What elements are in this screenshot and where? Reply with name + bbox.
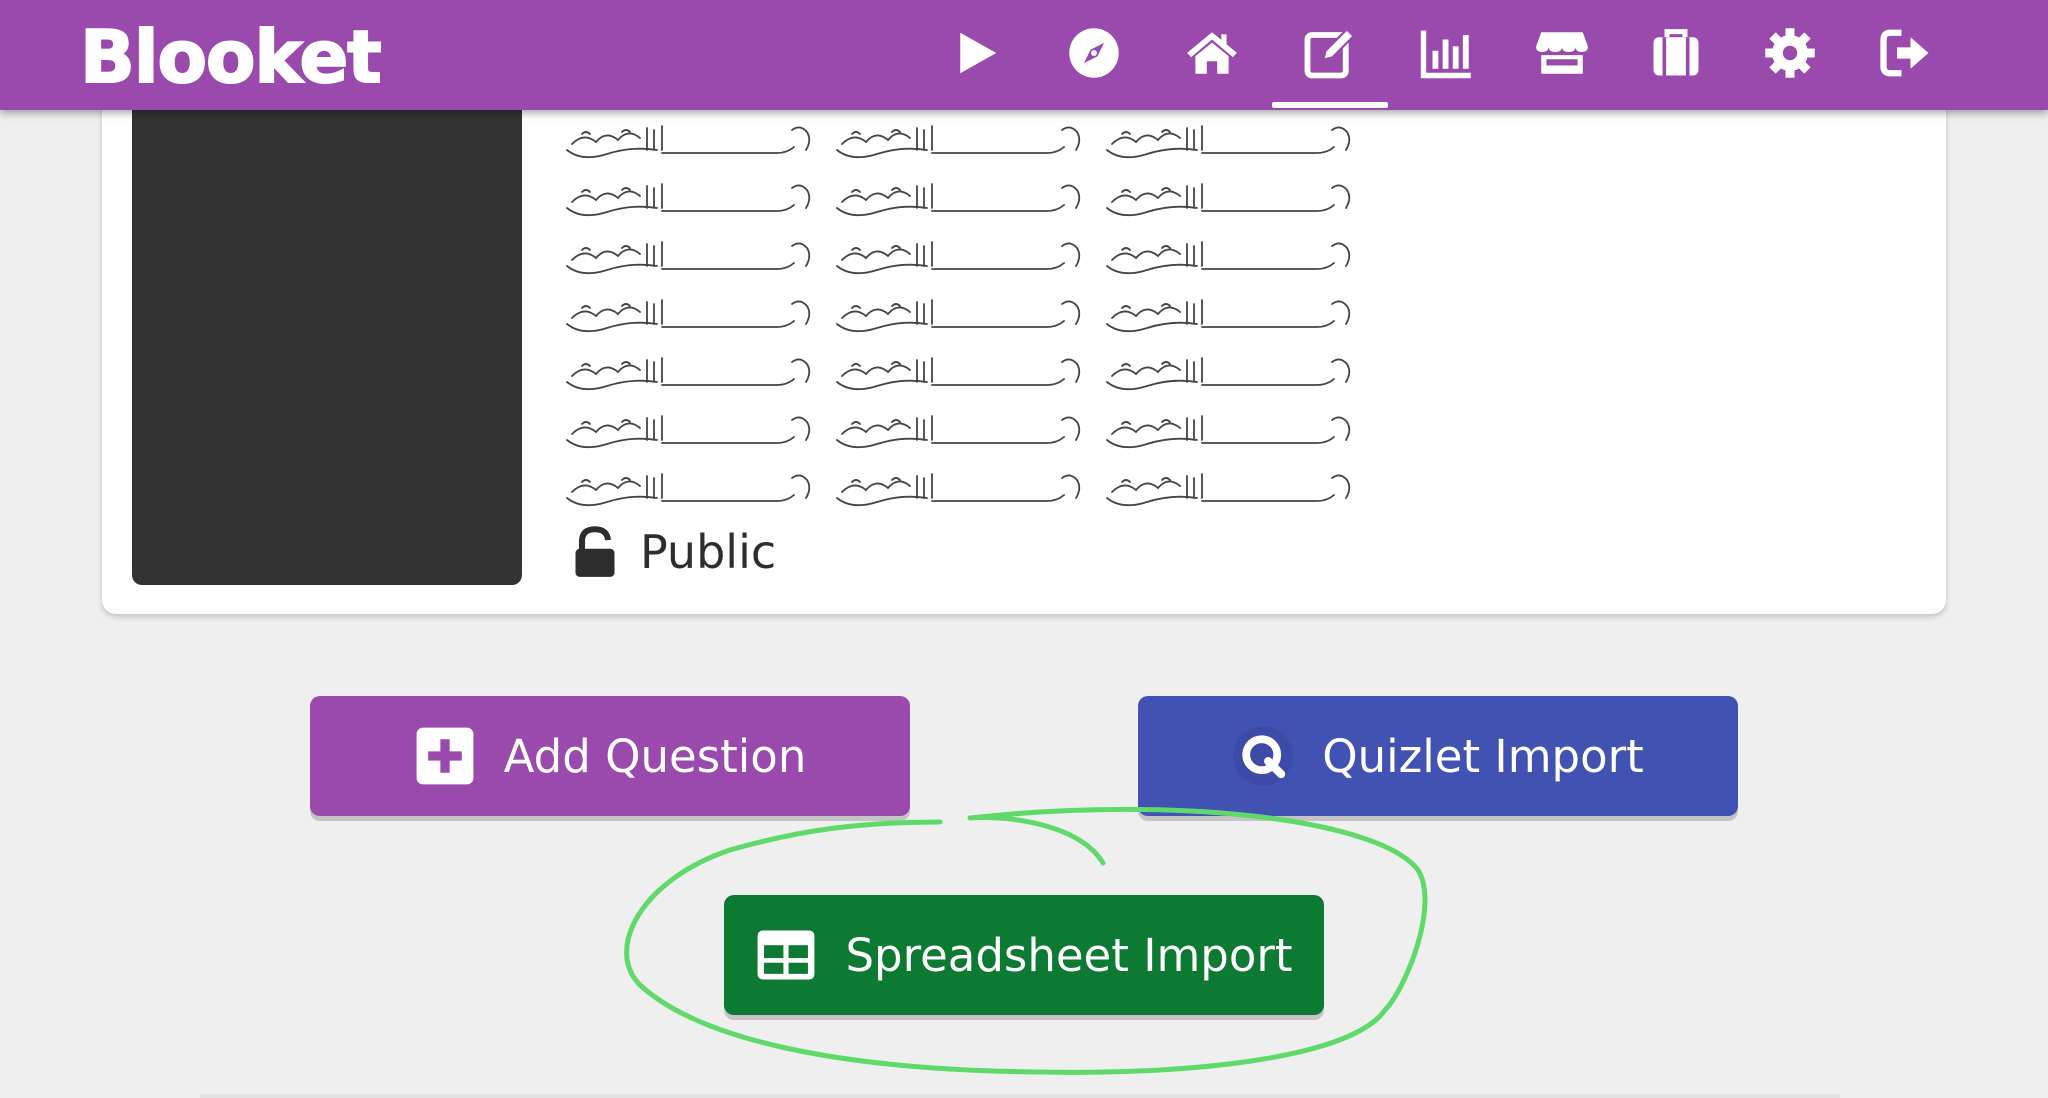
top-nav-bar: Blooket bbox=[0, 0, 2048, 110]
set-cover-image[interactable] bbox=[132, 100, 522, 585]
calligraphy-motif bbox=[566, 241, 811, 275]
plus-square-icon bbox=[416, 727, 474, 785]
calligraphy-motif bbox=[1106, 125, 1351, 159]
calligraphy-motif bbox=[1106, 357, 1351, 391]
calligraphy-motif bbox=[1106, 299, 1351, 333]
logout-icon bbox=[1880, 29, 1929, 77]
calligraphy-motif bbox=[836, 473, 1081, 507]
calligraphy-motif bbox=[1106, 473, 1351, 507]
discover-nav-button[interactable] bbox=[1056, 20, 1132, 86]
calligraphy-motif bbox=[566, 299, 811, 333]
calligraphy-motif bbox=[566, 125, 811, 159]
calligraphy-motif bbox=[566, 357, 811, 391]
calligraphy-motif bbox=[566, 415, 811, 449]
calligraphy-motif bbox=[1106, 241, 1351, 275]
home-nav-button[interactable] bbox=[1174, 20, 1250, 86]
calligraphy-motif bbox=[1106, 183, 1351, 217]
calligraphy-motif bbox=[836, 241, 1081, 275]
visibility-toggle[interactable]: Public bbox=[572, 522, 776, 582]
calligraphy-motif bbox=[1106, 415, 1351, 449]
spreadsheet-icon bbox=[758, 930, 815, 980]
blooks-icon bbox=[1653, 29, 1699, 76]
lock-open-icon bbox=[575, 526, 615, 577]
calligraphy-motif bbox=[566, 473, 811, 507]
market-icon bbox=[1536, 32, 1588, 74]
visibility-label: Public bbox=[640, 525, 777, 579]
set-cover-calligraphy-pattern bbox=[566, 125, 1351, 507]
home-icon bbox=[1187, 32, 1237, 74]
play-icon bbox=[960, 32, 997, 74]
blooks-nav-button[interactable] bbox=[1638, 20, 1714, 86]
calligraphy-motif bbox=[836, 125, 1081, 159]
add-question-button[interactable]: Add Question bbox=[310, 696, 910, 816]
create-nav-button[interactable] bbox=[1292, 20, 1368, 86]
quizlet-import-button[interactable]: Quizlet Import bbox=[1138, 696, 1738, 816]
play-nav-button[interactable] bbox=[938, 20, 1014, 86]
active-tab-indicator bbox=[1272, 102, 1388, 108]
calligraphy-motif bbox=[836, 415, 1081, 449]
settings-nav-button[interactable] bbox=[1752, 20, 1828, 86]
edit-icon bbox=[1304, 27, 1356, 79]
set-info-card: Public bbox=[102, 60, 1946, 614]
spreadsheet-import-label: Spreadsheet Import bbox=[845, 928, 1293, 982]
stats-nav-button[interactable] bbox=[1408, 20, 1484, 86]
quizlet-import-label: Quizlet Import bbox=[1322, 729, 1644, 783]
compass-icon bbox=[1069, 28, 1119, 78]
calligraphy-motif bbox=[836, 357, 1081, 391]
add-question-label: Add Question bbox=[503, 729, 807, 783]
divider bbox=[200, 1094, 1840, 1098]
quizlet-icon bbox=[1233, 726, 1293, 786]
calligraphy-motif bbox=[836, 183, 1081, 217]
logout-nav-button[interactable] bbox=[1868, 20, 1944, 86]
settings-icon bbox=[1765, 28, 1815, 78]
spreadsheet-import-button[interactable]: Spreadsheet Import bbox=[724, 895, 1324, 1015]
calligraphy-motif bbox=[566, 183, 811, 217]
stats-icon bbox=[1420, 30, 1471, 79]
calligraphy-motif bbox=[836, 299, 1081, 333]
market-nav-button[interactable] bbox=[1524, 20, 1600, 86]
blooket-logo[interactable]: Blooket bbox=[79, 12, 383, 102]
